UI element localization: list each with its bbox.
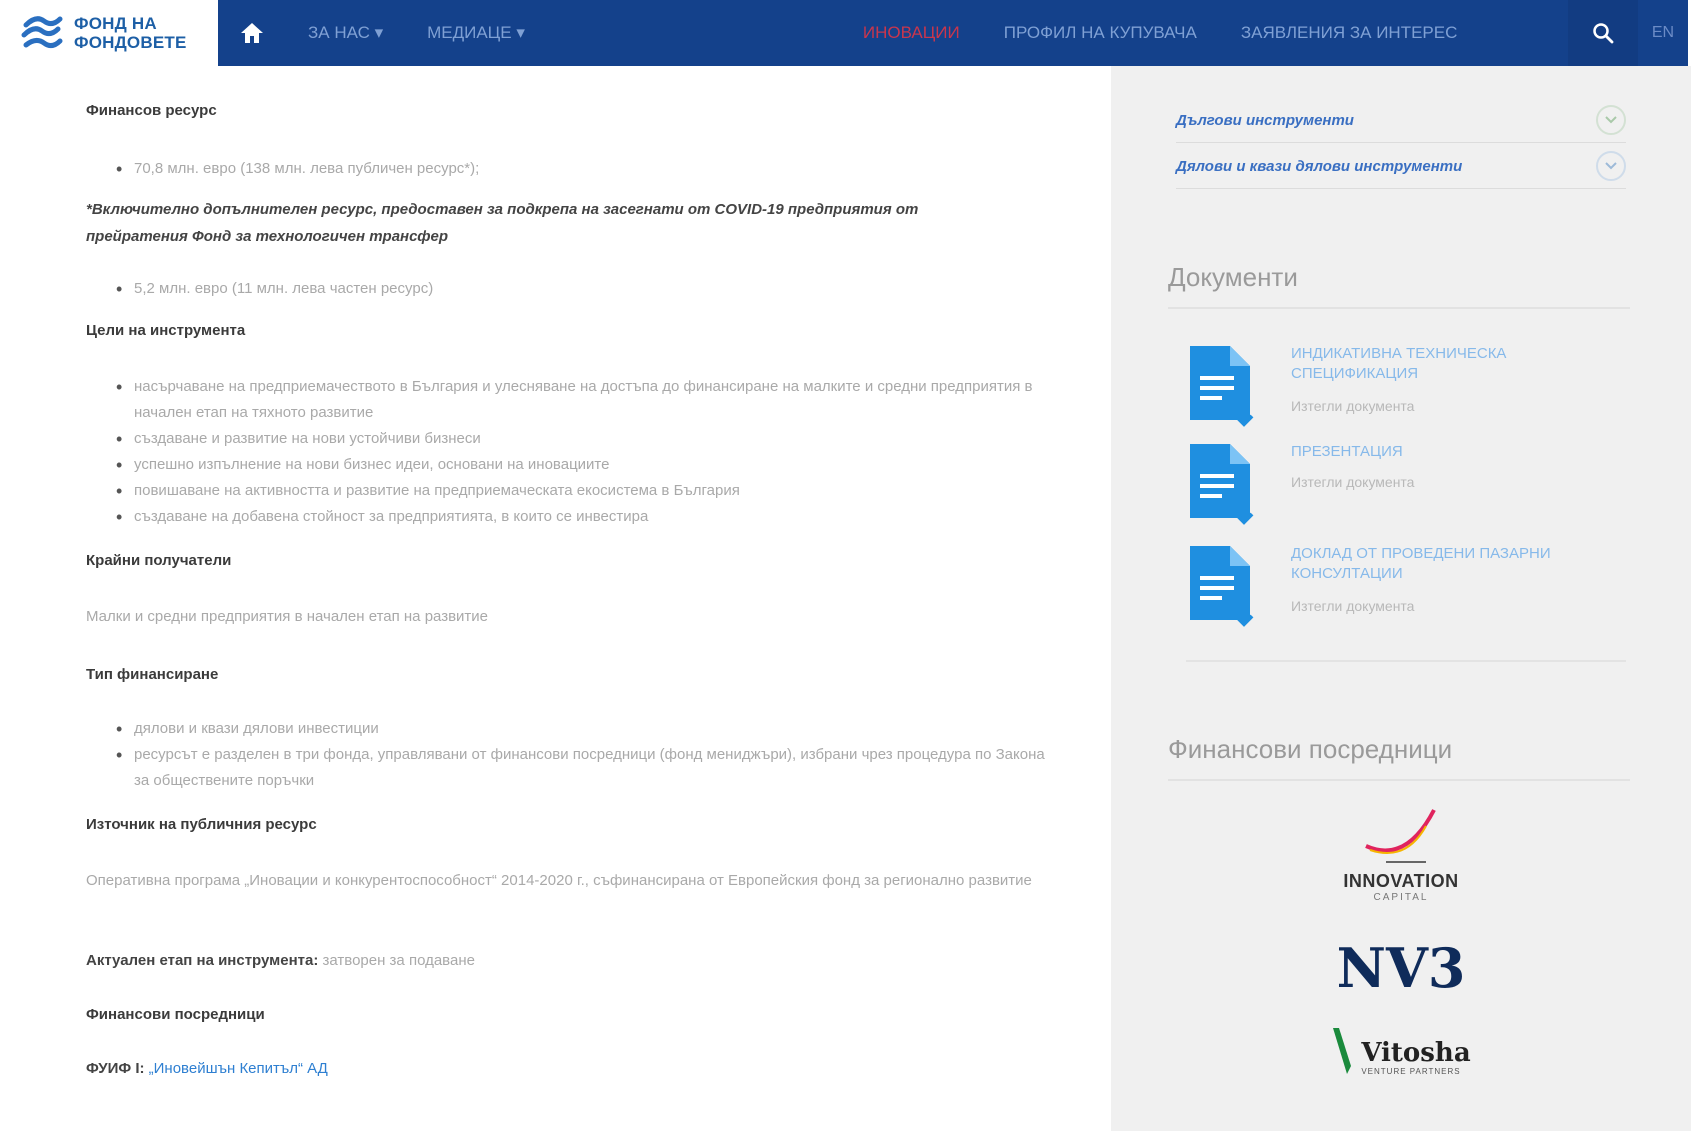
document-download-icon <box>1190 346 1254 427</box>
accordion-label: Дялови и квази дялови инструменти <box>1176 157 1463 175</box>
intermediaries-title: Финансови посредници <box>1168 734 1630 781</box>
document-item[interactable]: ПРЕЗЕНТАЦИЯ Изтегли документа <box>1186 442 1626 532</box>
document-title[interactable]: ПРЕЗЕНТАЦИЯ <box>1291 442 1621 462</box>
source-text: Оперативна програма „Иновации и конкурен… <box>86 872 1032 889</box>
document-title[interactable]: ДОКЛАД ОТ ПРОВЕДЕНИ ПАЗАРНИ КОНСУЛТАЦИИ <box>1291 544 1621 584</box>
logo-vitosha-text: Vitosha VENTURE PARTNERS <box>1361 1039 1470 1076</box>
logo-vitosha[interactable]: Vitosha VENTURE PARTNERS <box>1111 1026 1691 1081</box>
list-item: създаване на добавена стойност за предпр… <box>116 504 1046 530</box>
logo-line1: ФОНД НА <box>74 14 157 33</box>
divider <box>1186 660 1626 662</box>
covid-note: *Включително допълнителен ресурс, предос… <box>86 201 919 245</box>
logo-innovation-capital[interactable]: INNOVATION CAPITAL <box>1111 806 1691 903</box>
accordion-label: Дългови инструменти <box>1176 111 1354 129</box>
heading-financing-type: Тип финансиране <box>86 666 219 683</box>
documents-title: Документи <box>1168 262 1630 309</box>
fund-line: ФУИФ I: „Иновейшън Кепитъл“ АД <box>86 1056 1046 1082</box>
home-icon <box>241 23 263 43</box>
resource-list: 70,8 млн. евро (138 млн. лева публичен р… <box>116 156 1046 182</box>
stage-label: Актуален етап на инструмента: <box>86 952 319 969</box>
chevron-down-icon[interactable] <box>1596 105 1626 135</box>
vitosha-v-icon <box>1333 1028 1352 1074</box>
logo-nv3[interactable]: NV3 <box>1111 938 1691 998</box>
document-subtitle: Изтегли документа <box>1291 474 1415 490</box>
list-item: 70,8 млн. евро (138 млн. лева публичен р… <box>116 156 1046 182</box>
logo-line2: ФОНДОВЕТЕ <box>74 33 187 52</box>
document-download-icon <box>1190 546 1254 627</box>
goals-list: насърчаване на предприемачеството в Бълг… <box>116 374 1046 530</box>
fund-prefix: ФУИФ I: <box>86 1060 145 1077</box>
financing-type-list: дялови и квази дялови инвестиции ресурсъ… <box>116 716 1046 794</box>
list-item: дялови и квази дялови инвестиции <box>116 716 1046 742</box>
top-navigation: ЗА НАС ▾ МЕДИАЦЕ ▾ ИНОВАЦИИ ПРОФИЛ НА КУ… <box>218 0 1688 66</box>
nav-about[interactable]: ЗА НАС ▾ <box>286 23 405 43</box>
logo-vitosha-inner: Vitosha VENTURE PARTNERS <box>1331 1026 1471 1076</box>
site-logo[interactable]: ФОНД НА ФОНДОВЕТЕ <box>0 0 218 66</box>
document-item[interactable]: ДОКЛАД ОТ ПРОВЕДЕНИ ПАЗАРНИ КОНСУЛТАЦИИ … <box>1186 544 1626 634</box>
chevron-down-icon[interactable] <box>1596 151 1626 181</box>
innovation-capital-swoosh-icon <box>1365 809 1436 863</box>
document-item[interactable]: ИНДИКАТИВНА ТЕХНИЧЕСКА СПЕЦИФИКАЦИЯ Изте… <box>1186 344 1626 434</box>
list-item: създаване и развитие на нови устойчиви б… <box>116 426 1046 452</box>
home-button[interactable] <box>218 0 286 66</box>
list-item: 5,2 млн. евро (11 млн. лева частен ресур… <box>116 276 1046 302</box>
list-item: ресурсът е разделен в три фонда, управля… <box>116 742 1046 794</box>
list-item: повишаване на активността и развитие на … <box>116 478 1046 504</box>
heading-source: Източник на публичния ресурс <box>86 816 317 833</box>
heading-goals: Цели на инструмента <box>86 322 246 339</box>
stage-value: затворен за подаване <box>322 952 475 969</box>
search-icon <box>1593 23 1614 44</box>
heading-recipients: Крайни получатели <box>86 552 232 569</box>
logo-icon <box>21 16 63 49</box>
language-switch[interactable]: EN <box>1638 24 1688 42</box>
nav-buyer-profile[interactable]: ПРОФИЛ НА КУПУВАЧА <box>982 23 1219 43</box>
accordion-equity-instruments[interactable]: Дялови и квази дялови инструменти <box>1176 144 1626 189</box>
list-item: успешно изпълнение на нови бизнес идеи, … <box>116 452 1046 478</box>
document-subtitle: Изтегли документа <box>1291 398 1415 414</box>
logo-nv3-name: NV3 <box>1336 936 1466 1000</box>
logo-innovation-name: INNOVATION <box>1343 871 1459 891</box>
search-button[interactable] <box>1568 0 1638 66</box>
logo-vitosha-sub: VENTURE PARTNERS <box>1361 1067 1461 1076</box>
nav-innovations[interactable]: ИНОВАЦИИ <box>841 23 982 43</box>
nav-media[interactable]: МЕДИАЦЕ ▾ <box>405 23 547 43</box>
document-download-icon <box>1190 444 1254 525</box>
recipients-text: Малки и средни предприятия в начален ета… <box>86 608 489 625</box>
logo-innovation-sub: CAPITAL <box>1373 892 1429 903</box>
nav-expressions-of-interest[interactable]: ЗАЯВЛЕНИЯ ЗА ИНТЕРЕС <box>1219 23 1480 43</box>
document-title[interactable]: ИНДИКАТИВНА ТЕХНИЧЕСКА СПЕЦИФИКАЦИЯ <box>1291 344 1621 384</box>
list-item: насърчаване на предприемачеството в Бълг… <box>116 374 1046 426</box>
logo-text: ФОНД НА ФОНДОВЕТЕ <box>74 14 186 52</box>
heading-intermediaries: Финансови посредници <box>86 1006 265 1023</box>
fund-link[interactable]: „Иновейшън Кепитъл“ АД <box>149 1060 328 1077</box>
document-subtitle: Изтегли документа <box>1291 598 1415 614</box>
sidebar: Дългови инструменти Дялови и квази дялов… <box>1111 66 1691 1131</box>
stage-line: Актуален етап на инструмента: затворен з… <box>86 948 1046 974</box>
heading-resource: Финансов ресурс <box>86 102 217 119</box>
logo-vitosha-name: Vitosha <box>1361 1038 1471 1068</box>
resource-list-2: 5,2 млн. евро (11 млн. лева частен ресур… <box>116 276 1046 302</box>
accordion-debt-instruments[interactable]: Дългови инструменти <box>1176 98 1626 143</box>
